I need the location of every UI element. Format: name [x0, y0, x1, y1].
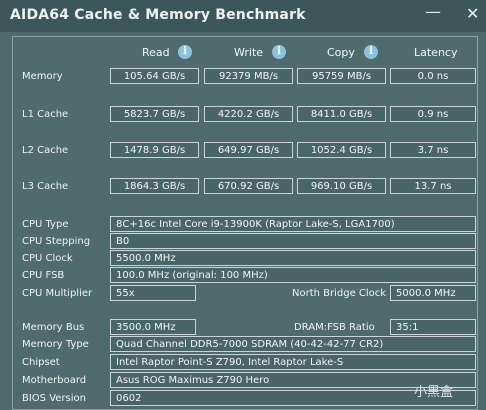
- title-bar: AIDA64 Cache & Memory Benchmark — ✕: [0, 0, 486, 32]
- cpu-stepping-label: CPU Stepping: [22, 236, 91, 247]
- l2-copy-value: 1052.4 GB/s: [297, 142, 386, 158]
- motherboard-label: Motherboard: [22, 375, 87, 386]
- cpu-stepping-value: B0: [110, 233, 476, 249]
- column-header-read: Read: [142, 46, 170, 59]
- north-bridge-clock-label: North Bridge Clock: [292, 288, 387, 299]
- l2-read-value: 1478.9 GB/s: [110, 142, 199, 158]
- memory-type-label: Memory Type: [22, 339, 89, 350]
- l2-latency-value: 3.7 ns: [390, 142, 476, 158]
- l1-copy-value: 8411.0 GB/s: [297, 106, 386, 122]
- close-icon[interactable]: ✕: [466, 4, 479, 23]
- cpu-multiplier-label: CPU Multiplier: [22, 288, 93, 299]
- north-bridge-clock-value: 5000.0 MHz: [390, 285, 476, 301]
- column-header-latency: Latency: [414, 46, 458, 59]
- l2-write-value: 649.97 GB/s: [204, 142, 293, 158]
- column-header-copy: Copy: [327, 46, 355, 59]
- bios-version-label: BIOS Version: [22, 393, 86, 404]
- memory-bus-label: Memory Bus: [22, 322, 85, 333]
- l3-write-value: 670.92 GB/s: [204, 178, 293, 194]
- memory-write-value: 92379 MB/s: [204, 68, 293, 84]
- info-icon[interactable]: i: [272, 45, 286, 59]
- watermark: 小黑盒: [414, 385, 454, 400]
- column-header-write: Write: [234, 46, 264, 59]
- memory-latency-value: 0.0 ns: [390, 68, 476, 84]
- row-label-l3-cache: L3 Cache: [22, 181, 69, 192]
- chipset-label: Chipset: [22, 357, 60, 368]
- memory-read-value: 105.64 GB/s: [110, 68, 199, 84]
- cpu-fsb-label: CPU FSB: [22, 270, 65, 281]
- l1-write-value: 4220.2 GB/s: [204, 106, 293, 122]
- l1-read-value: 5823.7 GB/s: [110, 106, 199, 122]
- window-title: AIDA64 Cache & Memory Benchmark: [10, 7, 306, 23]
- row-label-l2-cache: L2 Cache: [22, 145, 69, 156]
- cpu-type-value: 8C+16c Intel Core i9-13900K (Raptor Lake…: [110, 216, 476, 232]
- cpu-clock-value: 5500.0 MHz: [110, 250, 476, 266]
- memory-type-value: Quad Channel DDR5-7000 SDRAM (40-42-42-7…: [110, 336, 476, 352]
- l1-latency-value: 0.9 ns: [390, 106, 476, 122]
- memory-copy-value: 95759 MB/s: [297, 68, 386, 84]
- cpu-multiplier-value: 55x: [110, 285, 196, 301]
- minimize-icon[interactable]: —: [425, 2, 441, 21]
- l3-latency-value: 13.7 ns: [390, 178, 476, 194]
- info-icon[interactable]: i: [178, 45, 192, 59]
- l3-read-value: 1864.3 GB/s: [110, 178, 199, 194]
- dram-fsb-ratio-value: 35:1: [390, 319, 476, 335]
- l3-copy-value: 969.10 GB/s: [297, 178, 386, 194]
- benchmark-window: AIDA64 Cache & Memory Benchmark — ✕ Read…: [0, 0, 486, 410]
- cpu-type-label: CPU Type: [22, 219, 69, 230]
- chipset-value: Intel Raptor Point-S Z790, Intel Raptor …: [110, 354, 476, 370]
- row-label-memory: Memory: [22, 71, 63, 82]
- cpu-fsb-value: 100.0 MHz (original: 100 MHz): [110, 267, 476, 283]
- dram-fsb-ratio-label: DRAM:FSB Ratio: [294, 322, 375, 333]
- row-label-l1-cache: L1 Cache: [22, 109, 69, 120]
- cpu-clock-label: CPU Clock: [22, 253, 73, 264]
- memory-bus-value: 3500.0 MHz: [110, 319, 196, 335]
- info-icon[interactable]: i: [364, 45, 378, 59]
